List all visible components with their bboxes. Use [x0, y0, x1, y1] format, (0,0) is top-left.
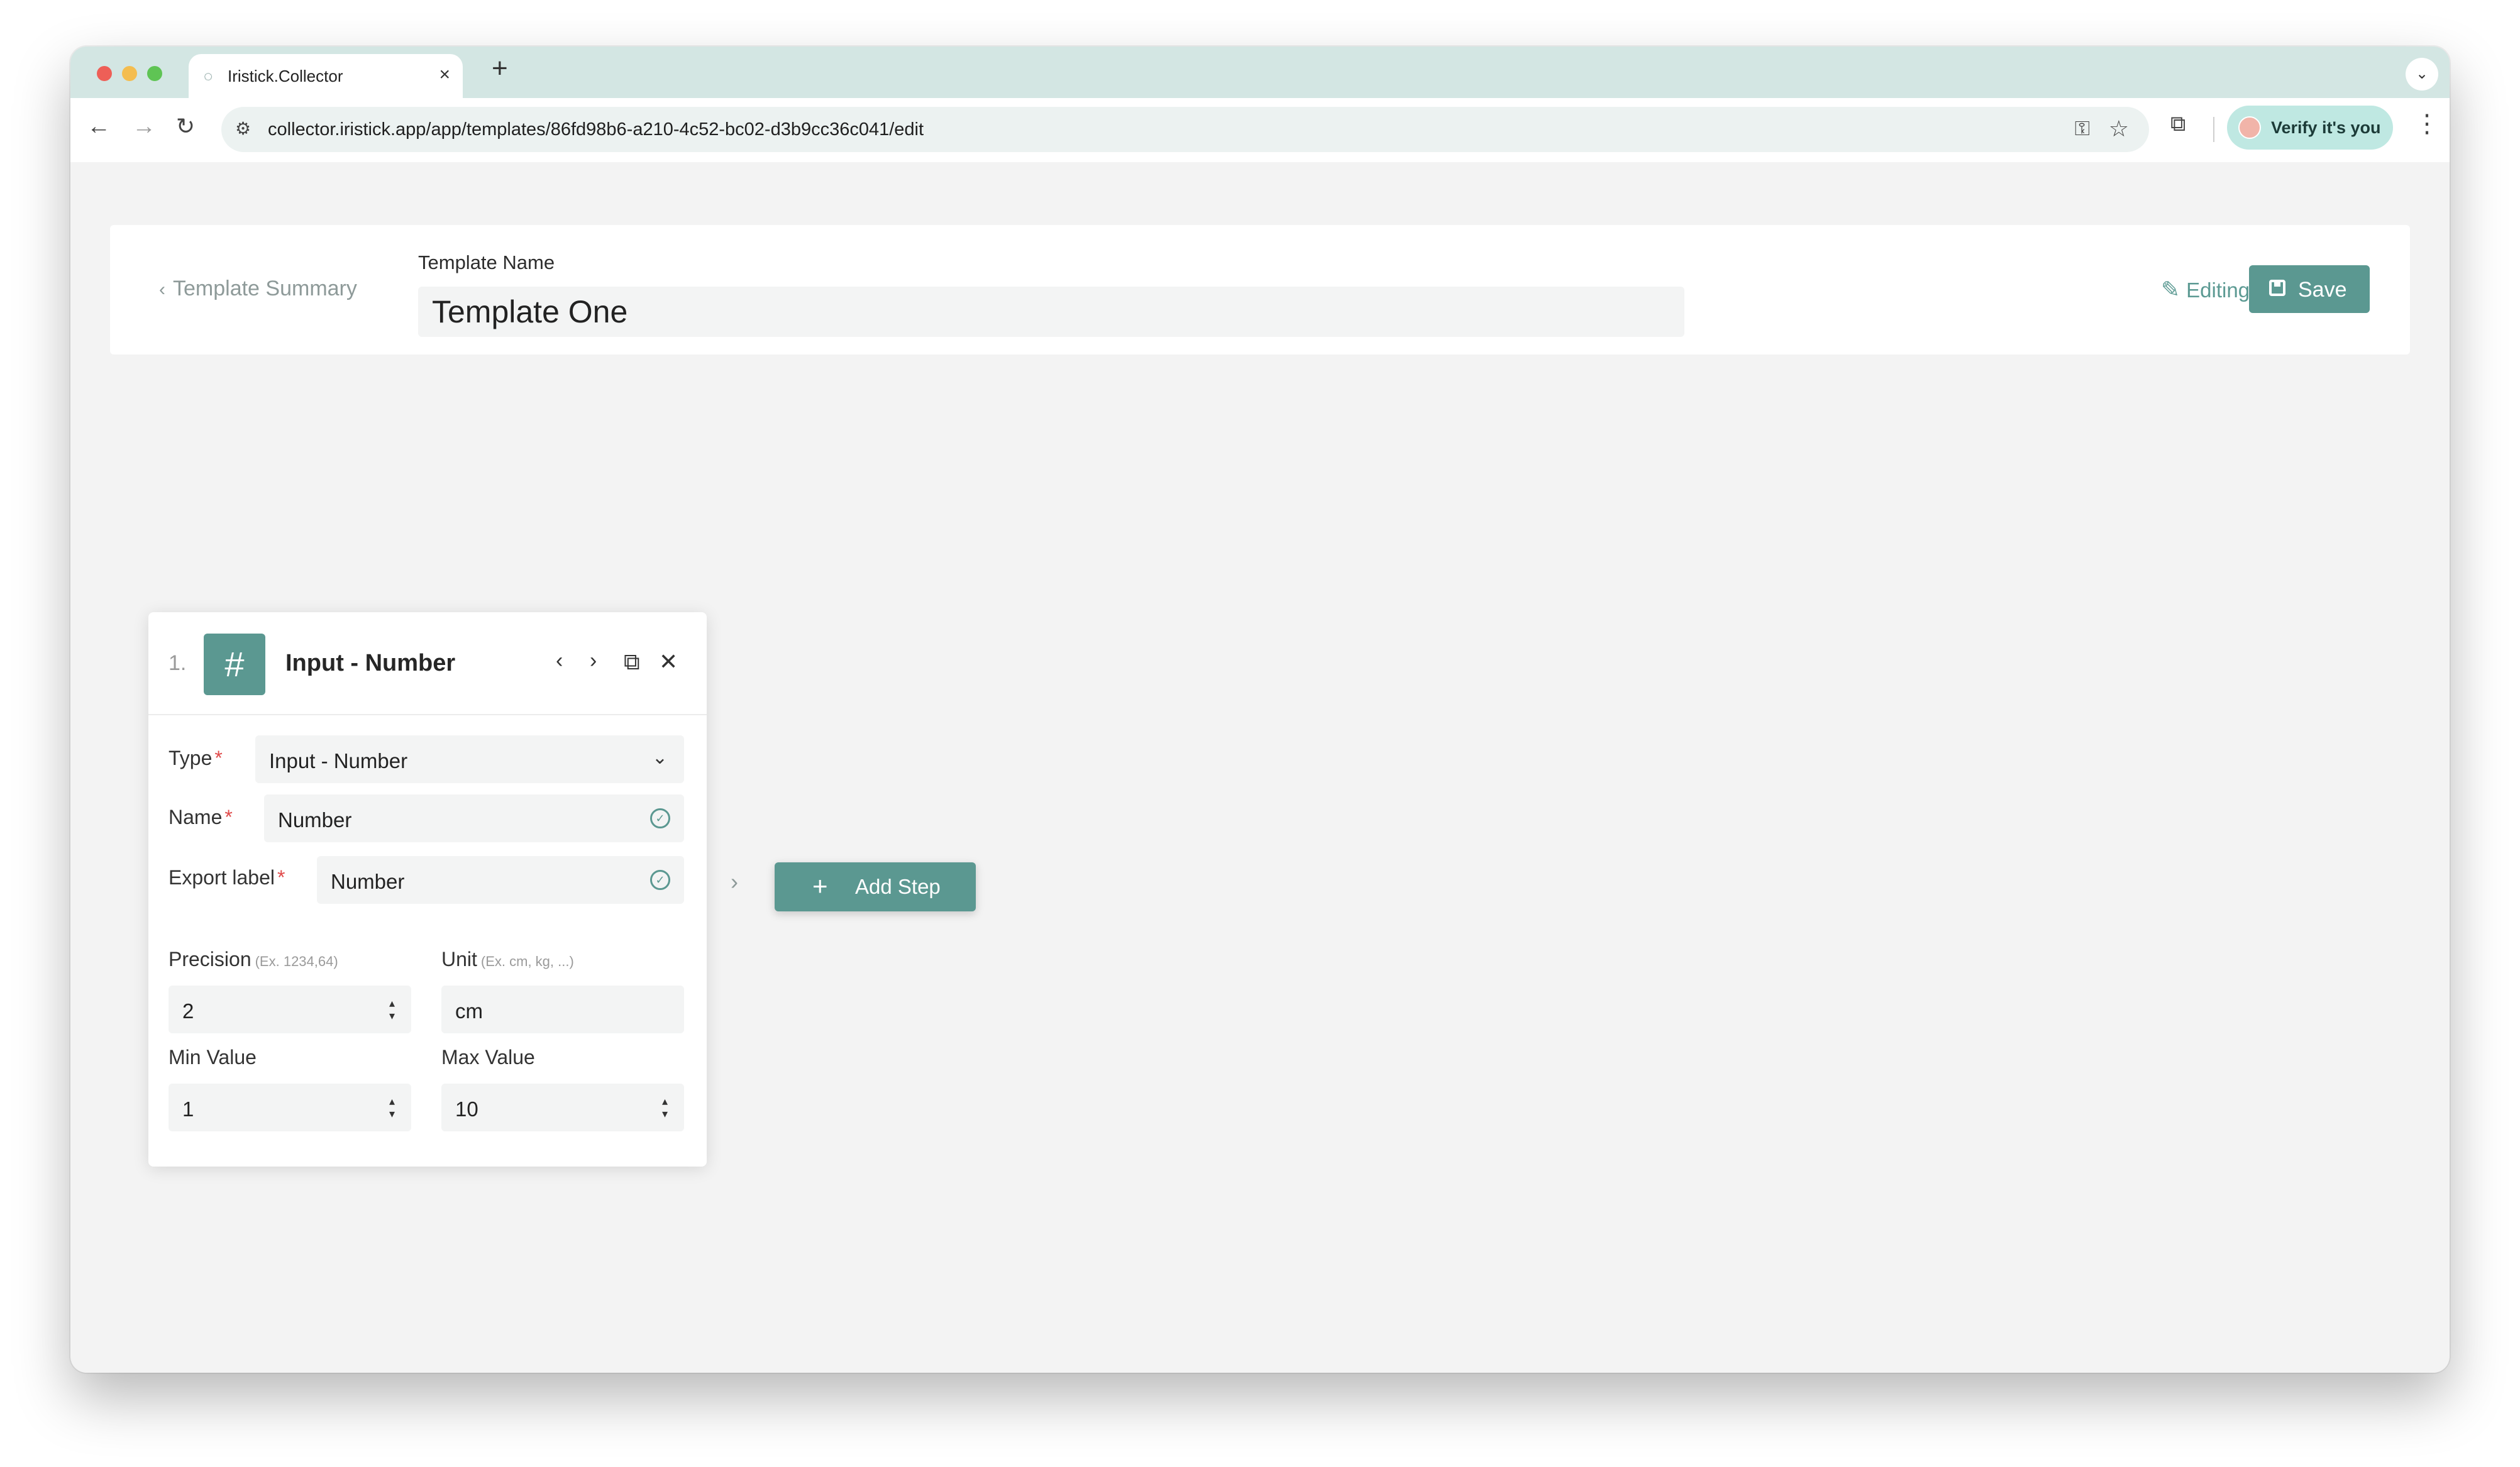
- precision-input[interactable]: 2 ▴ ▾: [169, 986, 411, 1033]
- min-value-value: 1: [182, 1097, 194, 1121]
- stepper-icon[interactable]: ▴ ▾: [662, 1095, 668, 1120]
- extensions-icon[interactable]: ⧉: [2170, 112, 2186, 136]
- forward-arrow-icon[interactable]: →: [132, 113, 156, 140]
- hash-icon: #: [204, 634, 265, 695]
- max-value-label: Max Value: [441, 1046, 535, 1069]
- profile-verify-button[interactable]: Verify it's you: [2227, 106, 2393, 150]
- editing-label: Editing: [2186, 278, 2250, 302]
- tab-search-button[interactable]: ⌄: [2406, 58, 2438, 91]
- save-icon: [2269, 280, 2285, 296]
- move-right-chevron-icon[interactable]: ›: [590, 649, 597, 673]
- browser-window: ◌ Iristick.Collector × + ⌄ ← → ↻ ⚙ colle…: [70, 47, 2450, 1373]
- step-title: Input - Number: [285, 650, 456, 676]
- max-value-input[interactable]: 10 ▴ ▾: [441, 1084, 684, 1131]
- precision-label-text: Precision: [169, 948, 251, 970]
- move-left-chevron-icon[interactable]: ‹: [556, 649, 563, 673]
- template-name-label: Template Name: [418, 251, 555, 273]
- export-label-value: Number: [331, 870, 405, 893]
- loading-favicon-icon: ◌: [204, 68, 213, 85]
- back-to-summary-link[interactable]: ‹ Template Summary: [159, 277, 357, 301]
- template-name-input[interactable]: [418, 287, 1684, 337]
- toolbar-divider: [2213, 117, 2214, 142]
- editing-toggle[interactable]: ✎ Editing: [2161, 277, 2250, 303]
- reload-icon[interactable]: ↻: [176, 113, 195, 140]
- minimize-window-button[interactable]: [122, 66, 137, 81]
- type-label-text: Type: [169, 747, 213, 769]
- browser-tab[interactable]: ◌ Iristick.Collector ×: [189, 54, 463, 98]
- new-tab-button[interactable]: +: [492, 53, 508, 84]
- unit-input[interactable]: cm: [441, 986, 684, 1033]
- close-window-button[interactable]: [97, 66, 112, 81]
- stepper-icon[interactable]: ▴ ▾: [389, 997, 395, 1022]
- address-bar[interactable]: ⚙ collector.iristick.app/app/templates/8…: [221, 107, 2149, 152]
- stepper-icon[interactable]: ▴ ▾: [389, 1095, 395, 1120]
- close-tab-icon[interactable]: ×: [439, 64, 450, 85]
- back-arrow-icon[interactable]: ←: [87, 113, 111, 140]
- add-step-label: Add Step: [855, 875, 941, 898]
- chevron-left-icon: ‹: [159, 279, 165, 300]
- check-circle-icon: ✓: [650, 870, 670, 890]
- type-select[interactable]: Input - Number ⌄: [255, 735, 684, 783]
- required-marker: *: [214, 747, 223, 769]
- precision-hint: (Ex. 1234,64): [255, 953, 338, 969]
- star-icon[interactable]: ☆: [2109, 116, 2129, 142]
- chevron-right-icon: ›: [731, 869, 738, 894]
- save-button[interactable]: Save: [2249, 265, 2370, 313]
- precision-value: 2: [182, 999, 194, 1023]
- required-marker: *: [277, 866, 285, 889]
- copy-icon[interactable]: ⧉: [624, 649, 640, 676]
- type-select-value: Input - Number: [269, 749, 408, 772]
- plus-icon: +: [812, 871, 828, 901]
- template-header: ‹ Template Summary Template Name ✎Editing…: [110, 225, 2410, 354]
- step-card: 1. # Input - Number ‹ › ⧉ ✕ Type * Input …: [148, 612, 707, 1167]
- url-text[interactable]: collector.iristick.app/app/templates/86f…: [268, 119, 924, 140]
- unit-hint: (Ex. cm, kg, ...): [480, 953, 574, 969]
- tab-strip: ◌ Iristick.Collector × + ⌄: [70, 47, 2450, 98]
- name-input-value: Number: [278, 808, 352, 832]
- export-label-label: Export label *: [169, 866, 285, 889]
- key-icon[interactable]: ⚿: [2075, 117, 2090, 141]
- required-marker: *: [224, 806, 233, 828]
- min-value-label: Min Value: [169, 1046, 257, 1069]
- add-step-button[interactable]: + Add Step: [775, 862, 976, 911]
- back-link-label: Template Summary: [173, 277, 357, 300]
- page-content: ‹ Template Summary Template Name ✎Editing…: [70, 162, 2450, 1373]
- type-label: Type *: [169, 747, 223, 770]
- site-settings-icon[interactable]: ⚙: [235, 118, 251, 139]
- name-label: Name *: [169, 806, 233, 829]
- close-icon[interactable]: ✕: [659, 649, 678, 675]
- min-value-input[interactable]: 1 ▴ ▾: [169, 1084, 411, 1131]
- maximize-window-button[interactable]: [147, 66, 162, 81]
- unit-label: Unit (Ex. cm, kg, ...): [441, 948, 574, 971]
- unit-value: cm: [455, 999, 483, 1023]
- verify-label: Verify it's you: [2271, 118, 2381, 137]
- step-header: 1. # Input - Number ‹ › ⧉ ✕: [148, 612, 707, 715]
- tab-title: Iristick.Collector: [228, 67, 343, 85]
- kebab-menu-icon[interactable]: ⋮: [2414, 109, 2440, 138]
- export-label-input[interactable]: Number ✓: [317, 856, 684, 904]
- max-value-value: 10: [455, 1097, 478, 1121]
- export-label-text: Export label: [169, 866, 275, 889]
- save-label: Save: [2298, 278, 2347, 302]
- name-label-text: Name: [169, 806, 223, 828]
- chevron-down-icon: ⌄: [651, 747, 668, 768]
- precision-label: Precision (Ex. 1234,64): [169, 948, 338, 971]
- browser-toolbar: ← → ↻ ⚙ collector.iristick.app/app/templ…: [70, 98, 2450, 163]
- step-number: 1.: [169, 651, 187, 675]
- unit-label-text: Unit: [441, 948, 477, 970]
- name-input[interactable]: Number ✓: [264, 794, 684, 842]
- pencil-icon: ✎: [2161, 277, 2180, 302]
- avatar: [2238, 116, 2261, 139]
- check-circle-icon: ✓: [650, 808, 670, 828]
